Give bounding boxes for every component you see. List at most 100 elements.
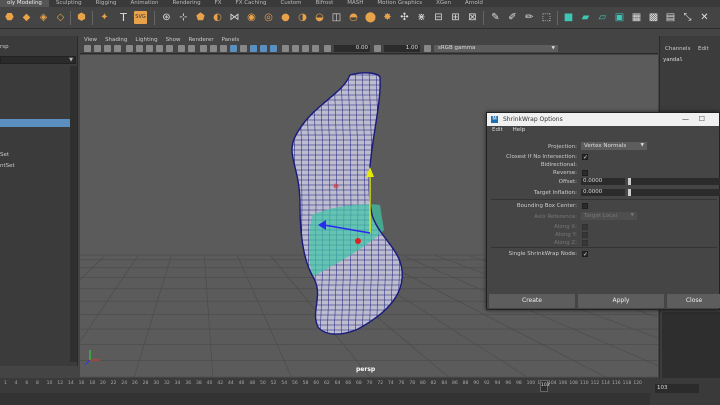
textured-icon[interactable]	[220, 45, 227, 52]
offset-field[interactable]: 0.0000	[581, 178, 625, 185]
shelf-tab[interactable]: XGen	[429, 0, 458, 7]
create-button[interactable]: Create	[489, 294, 575, 308]
select-tool-icon[interactable]: ⬣	[3, 11, 16, 24]
bookmark-icon[interactable]	[104, 45, 111, 52]
use-all-lights-icon[interactable]	[260, 45, 267, 52]
wedge-icon[interactable]: ◑	[296, 11, 309, 24]
colorspace-dropdown[interactable]: sRGB gamma ▼	[434, 45, 558, 52]
safe-action-icon[interactable]	[178, 45, 185, 52]
shelf-tab[interactable]: MASH	[340, 0, 370, 7]
shelf-tab[interactable]: FX Caching	[229, 0, 274, 7]
viewport-menu-item[interactable]: Panels	[218, 36, 244, 44]
ambient-occlusion-icon[interactable]	[282, 45, 289, 52]
range-slider[interactable]	[0, 393, 650, 405]
target-inflation-field[interactable]: 0.0000	[581, 189, 625, 196]
star-icon[interactable]: ✦	[98, 11, 111, 24]
uv-icon[interactable]: ⊞	[449, 11, 462, 24]
flip-icon[interactable]: ⊟	[432, 11, 445, 24]
chevron-down-icon[interactable]: ▼	[69, 57, 73, 63]
auto-uv-icon[interactable]: ▣	[613, 11, 626, 24]
sphere-icon[interactable]: ⬢	[75, 11, 88, 24]
shelf-tab[interactable]: Arnold	[458, 0, 490, 7]
shelf-tab[interactable]: Custom	[273, 0, 308, 7]
xray-icon[interactable]	[240, 45, 247, 52]
delete-history-icon[interactable]: ⊠	[466, 11, 479, 24]
shelf-tab[interactable]: Motion Graphics	[370, 0, 429, 7]
fill-hole-icon[interactable]: ◎	[262, 11, 275, 24]
viewport-menu-item[interactable]: Shading	[101, 36, 131, 44]
apply-button[interactable]: Apply	[578, 294, 664, 308]
snap-icon[interactable]: ⤡	[681, 11, 694, 24]
sculpt-icon[interactable]: ✎	[489, 11, 502, 24]
current-frame-marker[interactable]: 103	[540, 380, 550, 392]
connect-icon[interactable]: ◓	[347, 11, 360, 24]
mirror-icon[interactable]: ⋈	[228, 11, 241, 24]
poke-icon[interactable]: ●	[279, 11, 292, 24]
checker-icon[interactable]: ▩	[647, 11, 660, 24]
close-button[interactable]: Close	[667, 294, 720, 308]
merge-icon[interactable]: ✸	[381, 11, 394, 24]
shadows-icon[interactable]	[270, 45, 277, 52]
dialog-menu-item[interactable]: Help	[508, 126, 531, 135]
gate-mask-icon[interactable]	[156, 45, 163, 52]
shelf-tab[interactable]: Bifrost	[309, 0, 341, 7]
safe-title-icon[interactable]	[188, 45, 195, 52]
outliner-item-set[interactable]: Set	[0, 152, 9, 158]
text-tool-icon[interactable]: T	[117, 11, 130, 24]
current-frame-field[interactable]: 103	[655, 384, 699, 393]
minimize-icon[interactable]: —	[682, 113, 689, 126]
extrude-icon[interactable]: ◈	[37, 11, 50, 24]
exposure-icon[interactable]	[324, 45, 331, 52]
target-weld-icon[interactable]: ✣	[398, 11, 411, 24]
outliner-selected-row[interactable]	[0, 119, 70, 127]
gamma-field[interactable]: 1.00	[384, 45, 420, 52]
append-icon[interactable]: ◒	[313, 11, 326, 24]
combine-icon[interactable]: ⊛	[160, 11, 173, 24]
viewport-menu-item[interactable]: View	[80, 36, 101, 44]
bridge-icon[interactable]: ◇	[54, 11, 67, 24]
wireframe-on-shaded-icon[interactable]	[230, 45, 237, 52]
viewport-menu-item[interactable]: Renderer	[184, 36, 217, 44]
bbox-checkbox[interactable]	[582, 203, 588, 209]
shelf-tab[interactable]: Animation	[123, 0, 165, 7]
field-chart-icon[interactable]	[166, 45, 173, 52]
target-inflation-slider[interactable]	[628, 189, 720, 196]
brush-icon[interactable]: ✏	[523, 11, 536, 24]
collapse-icon[interactable]: ⬤	[364, 11, 377, 24]
cylinder-uv-icon[interactable]: ▰	[579, 11, 592, 24]
outliner-scrollbar[interactable]	[70, 66, 77, 362]
view-transform-icon[interactable]	[424, 45, 431, 52]
target-inflation-slider-handle[interactable]	[628, 189, 631, 196]
separate-icon[interactable]: ⊹	[177, 11, 190, 24]
lock-camera-icon[interactable]	[94, 45, 101, 52]
axis-reference-dropdown[interactable]: Target Local ▼	[581, 212, 637, 220]
motion-blur-icon[interactable]	[292, 45, 299, 52]
shelf-tab[interactable]: Sculpting	[49, 0, 89, 7]
marquee-icon[interactable]: ⬚	[540, 11, 553, 24]
close-shelf-icon[interactable]: ✕	[698, 11, 711, 24]
multi-cut-icon[interactable]: ◆	[20, 11, 33, 24]
shelf-tab[interactable]: Rigging	[89, 0, 124, 7]
offset-slider-handle[interactable]	[628, 178, 631, 185]
time-slider[interactable]: 1 4 6 8 10 12 14 16 18 20 22 24 26 28 30 32 34 36 38 40 42 44…	[0, 378, 720, 405]
gamma-icon[interactable]	[374, 45, 381, 52]
shelf-tab[interactable]: oly Modeling	[0, 0, 49, 7]
grid-icon[interactable]	[126, 45, 133, 52]
edge-loop-icon[interactable]: ◫	[330, 11, 343, 24]
shelf-tab[interactable]: Rendering	[166, 0, 208, 7]
bevel-icon[interactable]: ◉	[245, 11, 258, 24]
viewport-menu-item[interactable]: Lighting	[131, 36, 161, 44]
shelf-tab[interactable]: FX	[208, 0, 229, 7]
along-z-checkbox[interactable]	[582, 240, 588, 246]
outliner-item-ntset[interactable]: ntSet	[0, 163, 15, 169]
smooth-shade-icon[interactable]	[210, 45, 217, 52]
dialog-menu-item[interactable]: Edit	[487, 126, 508, 135]
image-plane-icon[interactable]	[114, 45, 121, 52]
viewport-menu-item[interactable]: Show	[162, 36, 185, 44]
tab-channels[interactable]: Channels	[665, 46, 690, 52]
single-node-checkbox[interactable]: ✓	[582, 251, 588, 258]
camera-icon[interactable]	[84, 45, 91, 52]
offset-slider[interactable]	[628, 178, 720, 185]
layout-icon[interactable]: ▤	[664, 11, 677, 24]
cube-uv-icon[interactable]: ■	[562, 11, 575, 24]
